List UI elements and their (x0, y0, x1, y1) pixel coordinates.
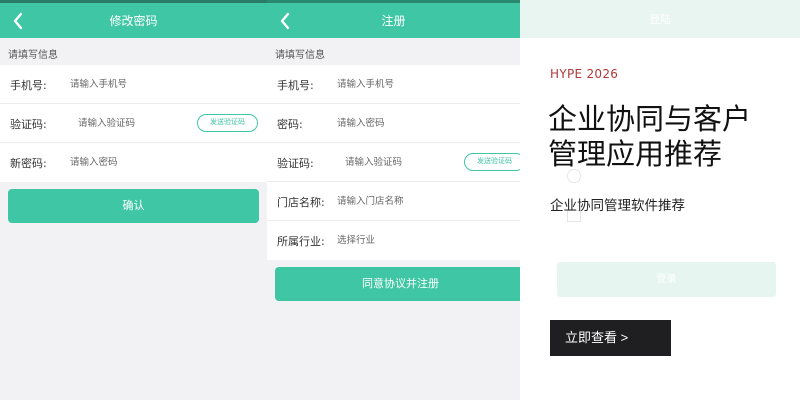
phone-input[interactable] (337, 65, 507, 103)
phone-label: 手机号: (10, 79, 47, 92)
change-password-screen: 修改密码 请填写信息 手机号: 验证码: 发送验证码 新密码: 确认 (0, 0, 267, 400)
page-title: 修改密码 (109, 14, 158, 28)
code-input[interactable] (345, 143, 455, 181)
new-password-input[interactable] (70, 143, 250, 181)
industry-label: 所属行业: (277, 235, 325, 248)
form: 手机号: 密码: 验证码: 发送验证码 门店名称: 所属行业: (267, 65, 520, 260)
page-title: 注册 (381, 14, 406, 28)
password-row: 密码: (267, 104, 520, 143)
code-row: 验证码: 发送验证码 (267, 143, 520, 182)
phone-input[interactable] (70, 65, 250, 103)
code-row: 验证码: 发送验证码 (0, 104, 267, 143)
header-bar: 注册 (267, 0, 520, 38)
form: 手机号: 验证码: 发送验证码 新密码: (0, 65, 267, 182)
store-name-label: 门店名称: (277, 196, 325, 209)
code-label: 验证码: (277, 157, 314, 170)
phone-row: 手机号: (267, 65, 520, 104)
header-bar: 修改密码 (0, 0, 267, 38)
store-name-row: 门店名称: (267, 182, 520, 221)
ad-tag: HYPE 2026 (550, 67, 619, 81)
industry-row: 所属行业: (267, 221, 520, 260)
section-label: 请填写信息 (8, 50, 58, 61)
ad-subtitle: 企业协同管理软件推荐 (550, 198, 685, 214)
new-password-row: 新密码: (0, 143, 267, 182)
ad-headline: 企业协同与客户管理应用推荐 (548, 102, 752, 171)
code-label: 验证码: (10, 118, 47, 131)
register-screen: 注册 请填写信息 手机号: 密码: 验证码: 发送验证码 门店名称: 所属行业:… (267, 0, 520, 400)
industry-select[interactable] (337, 221, 507, 259)
store-name-input[interactable] (337, 182, 507, 220)
phone-label: 手机号: (277, 79, 314, 92)
code-input[interactable] (78, 104, 188, 142)
send-code-button[interactable]: 发送验证码 (197, 114, 258, 132)
phone-row: 手机号: (0, 65, 267, 104)
password-label: 密码: (277, 118, 303, 131)
new-password-label: 新密码: (10, 157, 47, 170)
agree-register-button[interactable]: 同意协议并注册 (275, 267, 520, 301)
login-header-bar: 登陆 (520, 0, 800, 38)
view-now-button[interactable]: 立即查看 > (550, 320, 671, 356)
confirm-button[interactable]: 确认 (8, 189, 259, 223)
password-input[interactable] (337, 104, 507, 142)
send-code-button[interactable]: 发送验证码 (464, 153, 520, 171)
login-title: 登陆 (649, 13, 671, 26)
section-label: 请填写信息 (275, 50, 325, 61)
login-button[interactable]: 登录 (557, 262, 776, 297)
login-screen-with-ad: 登陆 登录 HYPE 2026 企业协同与客户管理应用推荐 企业协同管理软件推荐… (520, 0, 800, 400)
